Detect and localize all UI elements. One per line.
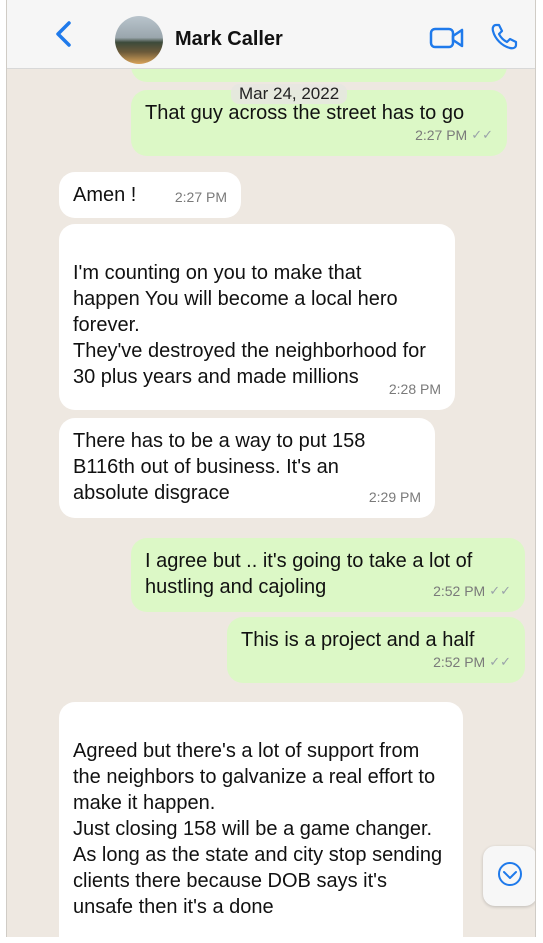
message-bubble-outgoing[interactable]: This is a project and a half 2:52 PM ✓✓ — [227, 617, 525, 683]
message-time: 2:52 PM ✓✓ — [433, 649, 511, 675]
message-text: There has to be a way to put 158 B116th … — [73, 430, 366, 504]
message-text: I agree but .. it's going to take a lot … — [145, 550, 473, 598]
message-time: 2:28 PM — [388, 381, 441, 397]
video-call-icon[interactable] — [429, 24, 465, 52]
message-text: That guy across the street has to go — [145, 102, 465, 124]
contact-name[interactable]: Mark Caller — [175, 28, 283, 51]
chat-screen: Mark Caller … 2:27 PM✓✓ Mar 24, 2022 Tha… — [6, 0, 536, 943]
date-separator: Mar 24, 2022 — [231, 84, 348, 104]
message-text: This is a project and a half — [241, 629, 475, 651]
read-ticks-icon: ✓✓ — [489, 583, 511, 598]
avatar[interactable] — [115, 16, 163, 64]
message-text: Agreed but there's a lot of support from… — [73, 740, 443, 918]
message-text: Amen ! — [73, 184, 137, 206]
message-time: 2:29 PM — [368, 489, 421, 505]
read-ticks-icon: ✓✓ — [471, 127, 493, 142]
bottom-frame — [0, 937, 543, 943]
scroll-down-button[interactable] — [483, 846, 535, 906]
message-bubble-incoming[interactable]: Amen ! 2:27 PM — [59, 172, 241, 218]
message-time: 2:52 PM ✓✓ — [433, 578, 511, 604]
message-bubble-incoming[interactable]: There has to be a way to put 158 B116th … — [59, 418, 435, 518]
message-bubble-incoming[interactable]: I'm counting on you to make that happen … — [59, 224, 455, 410]
message-bubble-incoming[interactable]: Agreed but there's a lot of support from… — [59, 702, 463, 943]
phone-call-icon[interactable] — [489, 22, 519, 52]
message-time: 2:27 PM✓✓ — [415, 122, 493, 148]
message-text: I'm counting on you to make that happen … — [73, 262, 426, 388]
message-time: 2:27 PM — [174, 189, 227, 205]
back-chevron-icon[interactable] — [51, 20, 77, 48]
chat-header: Mark Caller — [7, 0, 535, 69]
read-ticks-icon: ✓✓ — [489, 654, 511, 669]
scroll-down-icon — [498, 862, 522, 886]
message-bubble-outgoing[interactable]: I agree but .. it's going to take a lot … — [131, 538, 525, 612]
